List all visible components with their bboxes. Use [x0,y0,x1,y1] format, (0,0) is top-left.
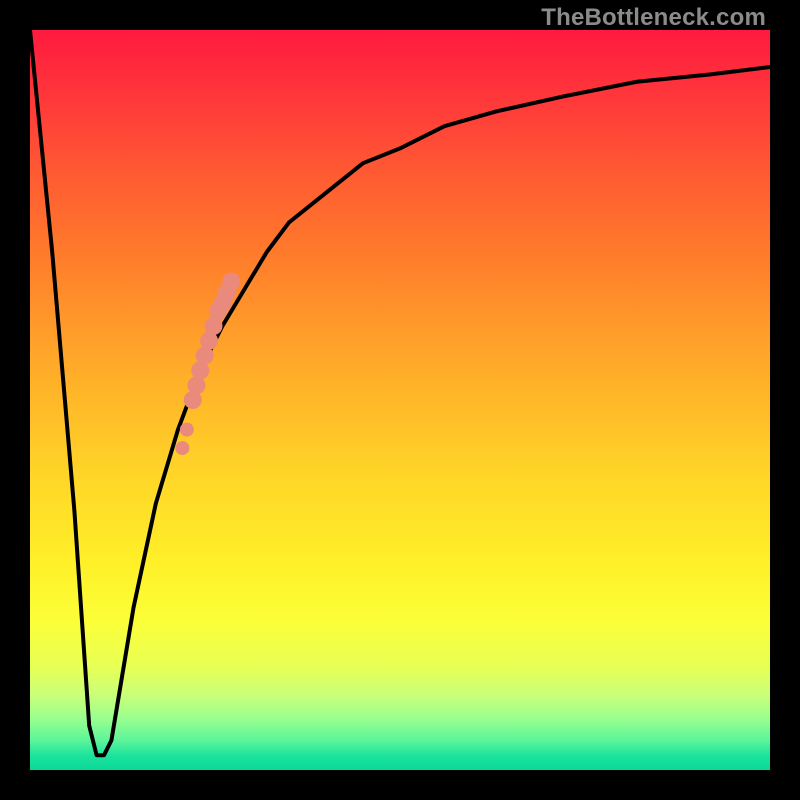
data-marker [175,441,189,455]
data-markers [175,273,240,456]
bottleneck-curve [30,30,770,755]
data-marker [180,423,194,437]
chart-frame: TheBottleneck.com [0,0,800,800]
plot-area [30,30,770,770]
data-marker [222,273,240,291]
curve-layer [30,30,770,770]
watermark-text: TheBottleneck.com [541,4,766,32]
